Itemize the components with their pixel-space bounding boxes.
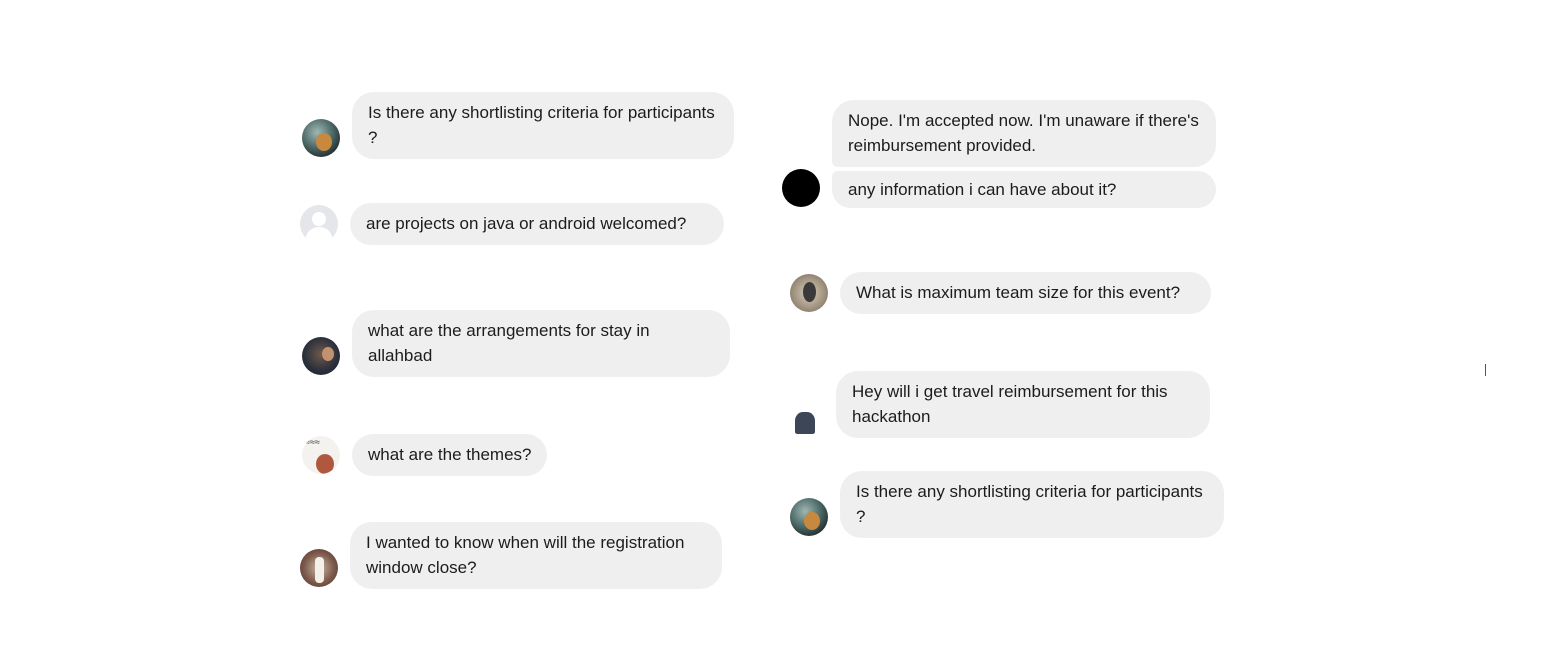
message-bubble: Is there any shortlisting criteria for p… bbox=[352, 92, 734, 159]
message-bubble-group: I wanted to know when will the registrat… bbox=[350, 522, 722, 589]
avatar[interactable] bbox=[790, 498, 828, 536]
message-bubble-group: What is maximum team size for this event… bbox=[840, 272, 1211, 314]
message-row: what are the arrangements for stay in al… bbox=[302, 310, 730, 377]
message-bubble-group: Hey will i get travel reimbursement for … bbox=[836, 371, 1210, 438]
message-bubble: Is there any shortlisting criteria for p… bbox=[840, 471, 1224, 538]
text-cursor bbox=[1485, 364, 1486, 376]
message-bubble-group: are projects on java or android welcomed… bbox=[350, 203, 724, 245]
avatar[interactable] bbox=[790, 274, 828, 312]
message-bubble-group: Nope. I'm accepted now. I'm unaware if t… bbox=[832, 100, 1216, 208]
message-bubble: Nope. I'm accepted now. I'm unaware if t… bbox=[832, 100, 1216, 167]
message-bubble-group: Is there any shortlisting criteria for p… bbox=[352, 92, 734, 159]
message-bubble: any information i can have about it? bbox=[832, 171, 1216, 208]
avatar[interactable] bbox=[302, 337, 340, 375]
message-bubble: what are the themes? bbox=[352, 434, 548, 476]
message-row: Hey will i get travel reimbursement for … bbox=[786, 371, 1210, 438]
message-row: Is there any shortlisting criteria for p… bbox=[790, 471, 1224, 538]
avatar[interactable] bbox=[302, 436, 340, 474]
message-bubble: What is maximum team size for this event… bbox=[840, 272, 1211, 314]
message-bubble: are projects on java or android welcomed… bbox=[350, 203, 724, 245]
message-row: what are the themes? bbox=[302, 434, 548, 476]
message-row: Is there any shortlisting criteria for p… bbox=[302, 92, 734, 159]
message-row: are projects on java or android welcomed… bbox=[300, 203, 724, 245]
avatar[interactable] bbox=[782, 169, 820, 207]
avatar[interactable] bbox=[300, 205, 338, 243]
avatar[interactable] bbox=[302, 119, 340, 157]
message-bubble-group: what are the themes? bbox=[352, 434, 548, 476]
message-row: What is maximum team size for this event… bbox=[790, 272, 1211, 314]
message-bubble-group: what are the arrangements for stay in al… bbox=[352, 310, 730, 377]
message-bubble: Hey will i get travel reimbursement for … bbox=[836, 371, 1210, 438]
message-row: I wanted to know when will the registrat… bbox=[300, 522, 722, 589]
message-bubble: I wanted to know when will the registrat… bbox=[350, 522, 722, 589]
message-bubble-group: Is there any shortlisting criteria for p… bbox=[840, 471, 1224, 538]
message-bubble: what are the arrangements for stay in al… bbox=[352, 310, 730, 377]
message-row: Nope. I'm accepted now. I'm unaware if t… bbox=[782, 100, 1216, 208]
avatar[interactable] bbox=[300, 549, 338, 587]
avatar[interactable] bbox=[786, 398, 824, 436]
